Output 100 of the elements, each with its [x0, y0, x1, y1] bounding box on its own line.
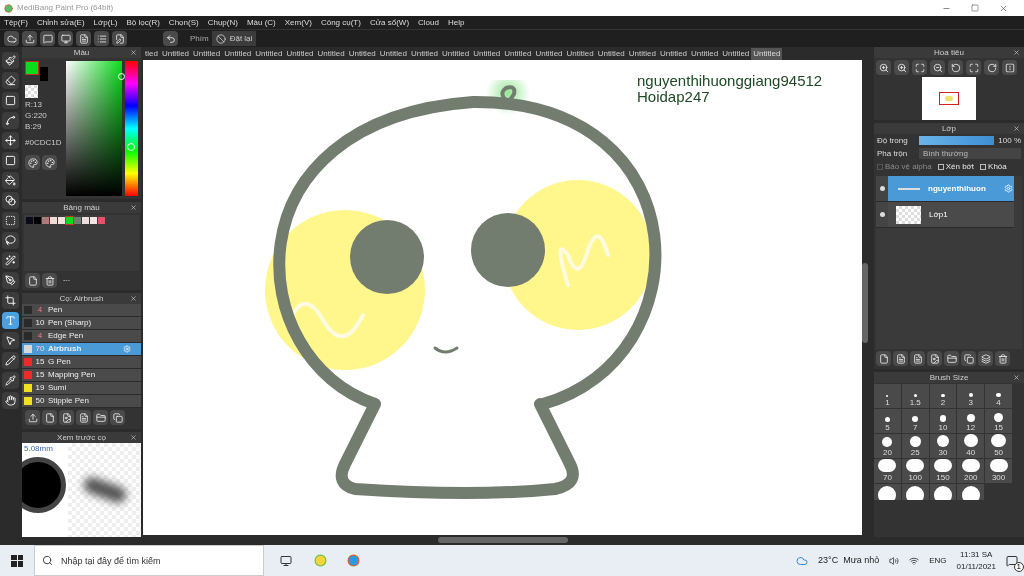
crop-icon[interactable]	[2, 292, 19, 309]
brush-size-option[interactable]	[874, 484, 901, 500]
bucket-icon[interactable]	[2, 172, 19, 189]
upload-icon[interactable]	[22, 31, 37, 46]
layer-option-checkbox[interactable]: Xén bớt	[937, 161, 975, 173]
undo-icon[interactable]	[163, 31, 178, 46]
document-tab[interactable]: Untitled	[626, 47, 658, 60]
wifi-icon[interactable]	[909, 555, 920, 566]
foreground-color-swatch[interactable]	[25, 61, 39, 75]
brush-size-option[interactable]: 100	[901, 459, 929, 483]
menu-item[interactable]: Chỉnh sửa(E)	[37, 16, 85, 29]
app-icon[interactable]	[347, 554, 360, 567]
hand-icon[interactable]	[2, 392, 19, 409]
brush-row[interactable]: 15 Mapping Pen	[22, 369, 141, 382]
brush-size-option[interactable]: 150	[929, 459, 957, 483]
new-layer-icon[interactable]	[876, 351, 891, 366]
brush-size-option[interactable]: 200	[957, 459, 985, 483]
brush-size-option[interactable]	[957, 484, 985, 500]
brush-size-option[interactable]: 300	[985, 459, 1012, 483]
document-tab[interactable]: Untitled	[315, 47, 347, 60]
document-icon[interactable]	[910, 351, 925, 366]
document-tab[interactable]: Untitled	[408, 47, 441, 60]
menu-item[interactable]: Help	[447, 16, 465, 29]
square-icon[interactable]	[2, 92, 19, 109]
close-icon[interactable]	[130, 434, 137, 441]
image-file-icon[interactable]	[927, 351, 942, 366]
brush-size-option[interactable]: 25	[901, 434, 929, 458]
layer-option-checkbox[interactable]: Khóa	[980, 161, 1007, 173]
document-tab[interactable]: Untitled	[502, 47, 534, 60]
text-icon[interactable]	[2, 312, 19, 329]
close-icon[interactable]	[999, 3, 1008, 13]
document-tab[interactable]: Untitled	[751, 47, 783, 60]
brush-size-option[interactable]: 15	[985, 409, 1012, 433]
eraser-icon[interactable]	[2, 72, 19, 89]
brush-size-option[interactable]: 40	[957, 434, 985, 458]
color-field[interactable]	[66, 61, 122, 196]
copy-icon[interactable]	[961, 351, 976, 366]
task-view-icon[interactable]	[280, 554, 292, 567]
magic-wand-icon[interactable]	[2, 252, 19, 269]
zoom-in-icon[interactable]	[876, 60, 891, 75]
blend-select[interactable]: Bình thường	[919, 148, 1021, 159]
menu-item[interactable]: Chọn(S)	[168, 16, 199, 29]
brush-size-option[interactable]: 20	[874, 434, 901, 458]
horizontal-scrollbar[interactable]	[437, 537, 568, 543]
rotate-right-icon[interactable]	[984, 60, 999, 75]
folder-icon[interactable]	[93, 410, 108, 425]
document-icon[interactable]	[76, 410, 91, 425]
document-tab[interactable]: Untitled	[720, 47, 752, 60]
document-tab[interactable]: Untitled	[657, 47, 690, 60]
brush-size-option[interactable]	[901, 484, 929, 500]
edit-icon[interactable]	[112, 31, 127, 46]
palette-icon[interactable]	[25, 155, 40, 170]
pencil-icon[interactable]	[2, 352, 19, 369]
brush-size-option[interactable]: 50	[985, 434, 1012, 458]
copy-icon[interactable]	[110, 410, 125, 425]
document-tab[interactable]: Untitled	[595, 47, 627, 60]
upload-icon[interactable]	[25, 410, 40, 425]
clock-date[interactable]: 01/11/2021	[956, 560, 996, 573]
background-color-swatch[interactable]	[40, 67, 48, 81]
windows-start-icon[interactable]	[11, 554, 23, 567]
brush-size-option[interactable]: 12	[957, 409, 985, 433]
brush-row[interactable]: 19 Sumi	[22, 382, 141, 395]
brush-row[interactable]: 4 Edge Pen	[22, 330, 141, 343]
document-tab[interactable]: Untitled	[689, 47, 721, 60]
new-file-icon[interactable]	[42, 410, 57, 425]
trash-icon[interactable]	[42, 273, 57, 288]
language-indicator[interactable]: ENG	[929, 554, 947, 567]
brush-size-option[interactable]: 10	[929, 409, 957, 433]
brush-row[interactable]: 4 Pen	[22, 304, 141, 317]
palette-swatch[interactable]	[58, 217, 65, 224]
palette-icon[interactable]	[42, 155, 57, 170]
rotate-left-icon[interactable]	[948, 60, 963, 75]
close-icon[interactable]	[130, 295, 137, 302]
zoom-out-icon[interactable]	[930, 60, 945, 75]
monitor-icon[interactable]	[58, 31, 73, 46]
taskbar-search-field[interactable]: Nhập tại đây để tìm kiếm	[34, 545, 264, 576]
document-tab[interactable]: Untitled	[253, 47, 285, 60]
selection-icon[interactable]	[2, 212, 19, 229]
document-tab[interactable]: Untitled	[564, 47, 596, 60]
brush-size-option[interactable]: 4	[985, 384, 1012, 408]
brush-size-option[interactable]: 1	[874, 384, 901, 408]
menu-item[interactable]: Lớp(L)	[93, 16, 118, 29]
cloud-icon[interactable]	[4, 31, 19, 46]
eyedropper-icon[interactable]	[2, 372, 19, 389]
close-icon[interactable]	[130, 49, 137, 56]
palette-swatch[interactable]	[90, 217, 97, 224]
menu-item[interactable]: Cửa sổ(W)	[369, 16, 410, 29]
brush-size-option[interactable]	[929, 484, 957, 500]
palette-swatch[interactable]	[98, 217, 105, 224]
brush-size-option[interactable]: 30	[929, 434, 957, 458]
trash-icon[interactable]	[995, 351, 1010, 366]
menu-item[interactable]: Màu (C)	[246, 16, 276, 29]
list-icon[interactable]	[94, 31, 109, 46]
gradient-icon[interactable]	[2, 192, 19, 209]
close-icon[interactable]	[1013, 49, 1020, 56]
document-tab[interactable]: Untitled	[471, 47, 503, 60]
volume-icon[interactable]	[889, 555, 900, 566]
document-tab[interactable]: tled	[143, 47, 160, 60]
pointer-icon[interactable]	[2, 332, 19, 349]
document-tab[interactable]: Untitled	[533, 47, 565, 60]
